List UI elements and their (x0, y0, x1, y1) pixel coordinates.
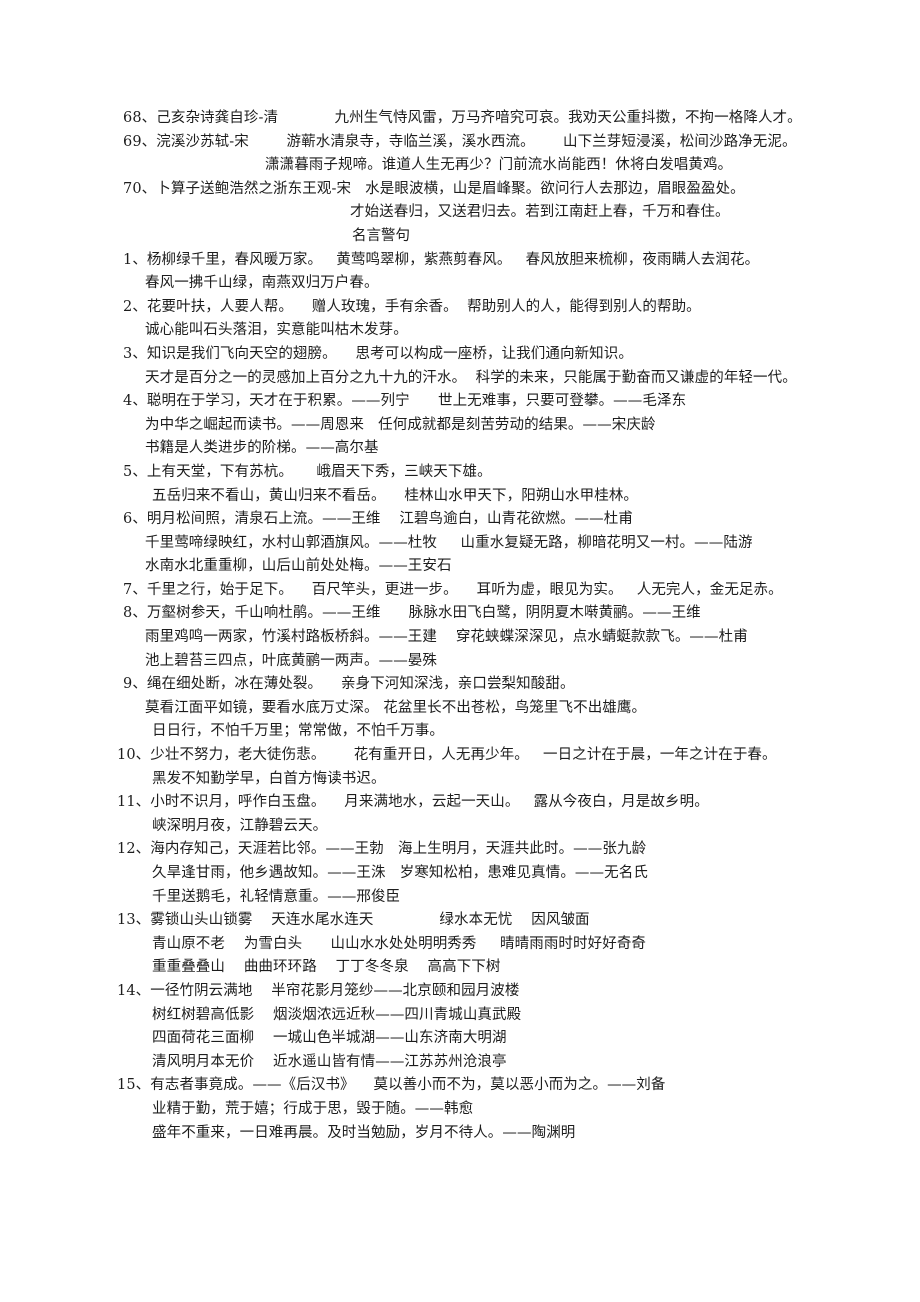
quote-line-item-13b: 青山原不老 为雪白头 山山水水处处明明秀秀 晴晴雨雨时时好好奇奇 (152, 935, 647, 952)
quote-list: 1、杨柳绿千里，春风暖万家。 黄莺鸣翠柳，紫燕剪春风。 春风放胆来梳柳，夜雨瞒人… (0, 249, 920, 1146)
quote-line-item-12c: 千里送鹅毛，礼轻情意重。——邢俊臣 (152, 888, 401, 905)
document-body: 68、己亥杂诗龚自珍-清 九州生气恃风雷，万马齐喑究可哀。我劝天公重抖擞，不拘一… (0, 0, 920, 1145)
quote-line-item-9c: 日日行，不怕千万里；常常做，不怕千万事。 (152, 723, 444, 740)
quote-line-item-1: 1、杨柳绿千里，春风暖万家。 黄莺鸣翠柳，紫燕剪春风。 春风放胆来梳柳，夜雨瞒人… (123, 251, 760, 268)
poem-line-item-70-line2: 才始送春归，又送君归去。若到江南赶上春，千万和春住。 (350, 204, 730, 221)
quote-line-item-4: 4、聪明在于学习，天才在于积累。——列宁 世上无难事，只要可登攀。——毛泽东 (123, 393, 687, 410)
quote-line-item-6: 6、明月松间照，清泉石上流。——王维 江碧鸟逾白，山青花欲燃。——杜甫 (123, 511, 633, 528)
document-page: 68、己亥杂诗龚自珍-清 九州生气恃风雷，万马齐喑究可哀。我劝天公重抖擞，不拘一… (0, 0, 920, 1302)
quote-line-item-8: 8、万壑树参天，千山响杜鹃。——王维 脉脉水田飞白鹭，阴阴夏木啭黄鹂。——王维 (123, 605, 701, 622)
quote-line-item-5b: 五岳归来不看山，黄山归来不看岳。 桂林山水甲天下，阳朔山水甲桂林。 (152, 487, 639, 504)
quote-line-item-11: 11、小时不识月，呼作白玉盘。 月来满地水，云起一天山。 露从今夜白，月是故乡明… (117, 794, 709, 811)
quote-line-item-13c: 重重叠叠山 曲曲环环路 丁丁冬冬泉 高高下下树 (152, 959, 501, 976)
section-heading: 名言警句 (352, 227, 410, 244)
quote-line-item-15: 15、有志者事竟成。——《后汉书》 莫以善小而不为，莫以恶小而为之。——刘备 (117, 1077, 666, 1094)
quote-line-item-14c: 四面荷花三面柳 一城山色半城湖——山东济南大明湖 (152, 1030, 507, 1047)
quote-line-item-10: 10、少壮不努力，老大徒伤悲。 花有重开日，人无再少年。 一日之计在于晨，一年之… (117, 747, 777, 764)
quote-line-item-3: 3、知识是我们飞向天空的翅膀。 思考可以构成一座桥，让我们通向新知识。 (123, 345, 633, 362)
quote-line-item-4b: 为中华之崛起而读书。——周恩来 任何成就都是刻苦劳动的结果。——宋庆龄 (145, 416, 656, 433)
quote-line-item-9b: 莫看江面平如镜，要看水底万丈深。 花盆里长不出苍松，鸟笼里飞不出雄鹰。 (145, 699, 647, 716)
quote-line-item-6b: 千里莺啼绿映红，水村山郭酒旗风。——杜牧 山重水复疑无路，柳暗花明又一村。——陆… (145, 534, 753, 551)
quote-line-item-14: 14、一径竹阴云满地 半帘花影月笼纱——北京颐和园月波楼 (117, 982, 520, 999)
poem-line-item-70: 70、卜算子送鲍浩然之浙东王观-宋 水是眼波横，山是眉峰聚。欲问行人去那边，眉眼… (123, 180, 745, 197)
quote-line-item-5: 5、上有天堂，下有苏杭。 峨眉天下秀，三峡天下雄。 (123, 463, 492, 480)
quote-line-item-15c: 盛年不重来，一日难再晨。及时当勉励，岁月不待人。——陶渊明 (152, 1124, 576, 1141)
quote-line-item-12b: 久旱逢甘雨，他乡遇故知。——王洙 岁寒知松柏，患难见真情。——无名氏 (152, 865, 648, 881)
quote-line-item-10b: 黑发不知勤学早，白首方悔读书迟。 (152, 770, 386, 787)
quote-line-item-8c: 池上碧苔三四点，叶底黄鹂一两声。——晏殊 (145, 652, 437, 669)
quote-line-item-13: 13、雾锁山头山锁雾 天连水尾水连天 绿水本无忧 因风皱面 (117, 912, 590, 929)
poem-list: 68、己亥杂诗龚自珍-清 九州生气恃风雷，万马齐喑究可哀。我劝天公重抖擞，不拘一… (0, 0, 920, 225)
quote-line-item-11b: 峡深明月夜，江静碧云天。 (152, 817, 328, 834)
quote-line-item-2b: 诚心能叫石头落泪，实意能叫枯木发芽。 (145, 322, 408, 339)
quote-line-item-6c: 水南水北重重柳，山后山前处处梅。——王安石 (145, 558, 452, 575)
quote-line-item-2: 2、花要叶扶，人要人帮。 赠人玫瑰，手有余香。 帮助别人的人，能得到别人的帮助。 (123, 298, 701, 315)
quote-line-item-7: 7、千里之行，始于足下。 百尺竿头，更进一步。 耳听为虚，眼见为实。 人无完人，… (123, 581, 783, 598)
quote-line-item-14b: 树红树碧高低影 烟淡烟浓远近秋——四川青城山真武殿 (152, 1006, 522, 1023)
poem-line-item-68: 68、己亥杂诗龚自珍-清 九州生气恃风雷，万马齐喑究可哀。我劝天公重抖擞，不拘一… (123, 110, 802, 126)
quote-line-item-14d: 清风明月本无价 近水遥山皆有情——江苏苏州沧浪亭 (152, 1053, 507, 1070)
quote-line-item-15b: 业精于勤，荒于嬉；行成于思，毁于随。——韩愈 (152, 1100, 474, 1117)
quote-line-item-1b: 春风一拂千山绿，南燕双归万户春。 (145, 275, 379, 292)
quote-line-item-9: 9、绳在细处断，冰在薄处裂。 亲身下河知深浅，亲口尝梨知酸甜。 (123, 676, 575, 693)
quote-line-item-3b: 天才是百分之一的灵感加上百分之九十九的汗水。 科学的未来，只能属于勤奋而又谦虚的… (145, 369, 797, 386)
poem-line-item-69: 69、浣溪沙苏轼-宋 游蕲水清泉寺，寺临兰溪，溪水西流。 山下兰芽短浸溪，松间沙… (123, 133, 797, 150)
quote-line-item-8b: 雨里鸡鸣一两家，竹溪村路板桥斜。——王建 穿花蛱蝶深深见，点水蜻蜓款款飞。——杜… (145, 629, 748, 646)
quote-line-item-4c: 书籍是人类进步的阶梯。——高尔基 (145, 440, 379, 457)
quote-line-item-12: 12、海内存知己，天涯若比邻。——王勃 海上生明月，天涯共此时。——张九龄 (117, 841, 647, 858)
poem-line-item-69-line2: 潇潇暮雨子规啼。谁道人生无再少？门前流水尚能西！休将白发唱黄鸡。 (265, 157, 733, 174)
